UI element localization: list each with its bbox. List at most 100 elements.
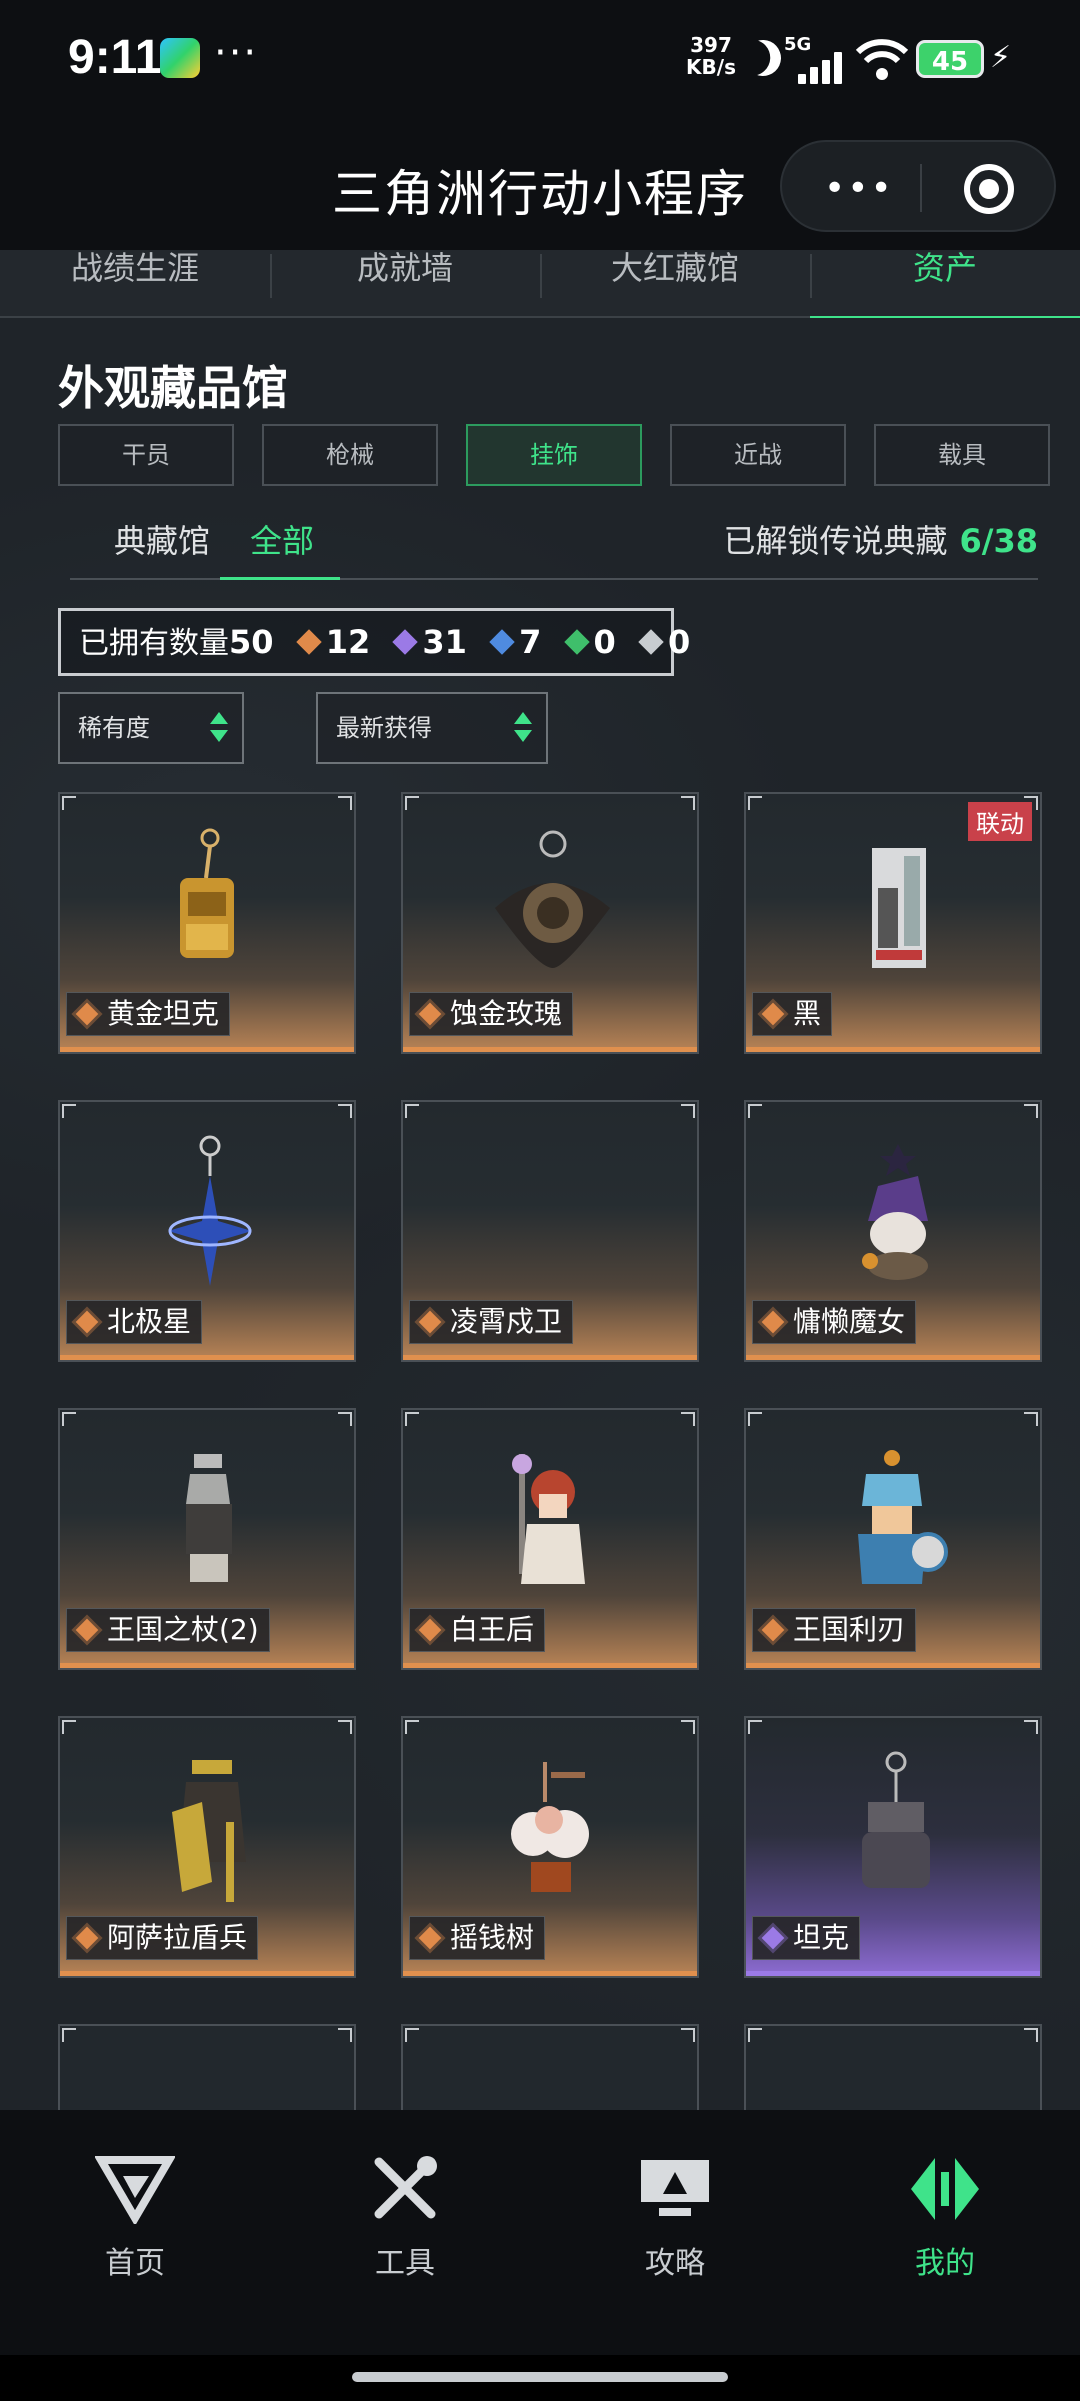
home-logo-icon (95, 2156, 175, 2224)
legend-unlock-progress: 已解锁传说典藏 6/38 (724, 516, 1039, 562)
item-name: 凌霄戍卫 (409, 1300, 574, 1344)
tab-career[interactable]: 战绩生涯 (0, 250, 270, 318)
wifi-icon (856, 39, 908, 80)
nav-guide[interactable]: 攻略 (540, 2154, 810, 2282)
owned-total: 50 (229, 623, 274, 661)
capsule-menu: ••• (780, 140, 1056, 232)
status-time: 9:11 (68, 31, 162, 84)
item-name: 黄金坦克 (66, 992, 231, 1036)
tank-charm-image (862, 1751, 930, 1888)
more-options-icon[interactable]: ••• (824, 168, 894, 209)
nav-tools-label: 工具 (375, 2246, 435, 2281)
subtab-collection-hall[interactable]: 典藏馆 (114, 516, 210, 562)
owned-count-purple: 31 (422, 623, 467, 661)
rarity-gem-icon (418, 1618, 442, 1642)
nav-home[interactable]: 首页 (0, 2154, 270, 2282)
category-operators[interactable]: 干员 (58, 424, 234, 486)
tools-icon (374, 2156, 437, 2219)
kingdom-scepter-charm-image (186, 1454, 232, 1582)
owned-count-blue: 7 (519, 623, 542, 661)
money-tree-charm-image (511, 1762, 589, 1892)
item-name: 王国之杖(2) (66, 1608, 270, 1652)
nav-mine[interactable]: 我的 (810, 2154, 1080, 2282)
status-bar: 9:11 ··· 397 KB/s 5G 45 ⚡ (0, 0, 1080, 118)
profile-logo-icon (911, 2158, 979, 2220)
item-card[interactable]: 蚀金玫瑰 (401, 792, 699, 1054)
rarity-gem-icon (75, 1002, 99, 1026)
owned-count-orange: 12 (325, 623, 371, 661)
black-character-charm-image (872, 848, 926, 968)
subtab-active-indicator (220, 577, 340, 580)
rarity-gem-icon (418, 1002, 442, 1026)
charging-icon: ⚡ (990, 40, 1012, 75)
nav-tools[interactable]: 工具 (270, 2154, 540, 2282)
item-card[interactable]: 摇钱树 (401, 1716, 699, 1978)
nav-home-label: 首页 (105, 2246, 165, 2281)
subtab-all[interactable]: 全部 (250, 516, 314, 562)
item-card[interactable]: 王国之杖(2) (58, 1408, 356, 1670)
category-vehicles[interactable]: 载具 (874, 424, 1050, 486)
sub-tabs: 典藏馆 全部 已解锁传说典藏 6/38 (70, 514, 1038, 580)
rarity-gem-icon (761, 1002, 785, 1026)
item-card[interactable]: 黄金坦克 (58, 792, 356, 1054)
kingdom-blade-charm-image (858, 1450, 948, 1584)
owned-label: 已拥有数量 (79, 626, 229, 661)
item-card[interactable]: 王国利刃 (744, 1408, 1042, 1670)
guide-monitor-icon (641, 2160, 709, 2216)
gem-orange-icon (295, 629, 322, 655)
owned-count-green: 0 (593, 623, 616, 661)
item-name: 王国利刃 (752, 1608, 917, 1652)
top-tabs: 战绩生涯 成就墙 大红藏馆 资产 (0, 250, 1080, 320)
category-guns[interactable]: 枪械 (262, 424, 438, 486)
item-card[interactable] (744, 2024, 1042, 2110)
rose-charm-image (495, 830, 610, 968)
golden-tank-charm-image (180, 828, 234, 958)
network-speed-value: 397 (690, 33, 732, 57)
sort-arrows-icon (512, 706, 534, 750)
section-title: 外观藏品馆 (58, 361, 288, 415)
recent-filter-select[interactable]: 最新获得 (316, 692, 548, 764)
close-miniprogram-icon[interactable] (964, 164, 1014, 214)
signal-icon (790, 52, 844, 84)
rarity-gem-icon (75, 1310, 99, 1334)
app-store-icon (160, 38, 200, 78)
item-name: 白王后 (409, 1608, 546, 1652)
category-melee[interactable]: 近战 (670, 424, 846, 486)
item-card[interactable] (58, 2024, 356, 2110)
tab-assets[interactable]: 资产 (810, 250, 1080, 320)
unlock-label: 已解锁传说典藏 (723, 522, 948, 560)
item-card[interactable]: 慵懒魔女 (744, 1100, 1042, 1362)
rarity-gem-icon (761, 1618, 785, 1642)
mini-program-header: 三角洲行动小程序 ••• (0, 118, 1080, 250)
capsule-divider (920, 164, 922, 212)
gem-purple-icon (392, 629, 419, 655)
item-card[interactable]: 联动 黑 (744, 792, 1042, 1054)
category-tabs: 干员 枪械 挂饰 近战 载具 (58, 424, 1050, 486)
item-card[interactable]: 北极星 (58, 1100, 356, 1362)
item-name: 北极星 (66, 1300, 203, 1344)
tab-achievements[interactable]: 成就墙 (270, 250, 540, 318)
rarity-gem-icon (418, 1310, 442, 1334)
asala-shield-soldier-charm-image (172, 1760, 246, 1902)
bottom-nav: 首页 工具 攻略 我的 (0, 2110, 1080, 2355)
home-indicator[interactable] (352, 2372, 728, 2382)
tab-red-collection[interactable]: 大红藏馆 (540, 250, 810, 318)
item-card[interactable]: 白王后 (401, 1408, 699, 1670)
owned-count-white: 0 (667, 623, 691, 661)
nav-mine-label: 我的 (915, 2246, 975, 2281)
item-card[interactable]: 阿萨拉盾兵 (58, 1716, 356, 1978)
item-name: 阿萨拉盾兵 (66, 1916, 259, 1960)
item-card[interactable]: 凌霄戍卫 (401, 1100, 699, 1362)
item-card[interactable] (401, 2024, 699, 2110)
category-charms[interactable]: 挂饰 (466, 424, 642, 486)
nav-guide-label: 攻略 (645, 2246, 705, 2281)
rarity-gem-icon (75, 1618, 99, 1642)
rarity-filter-select[interactable]: 稀有度 (58, 692, 244, 764)
item-name: 蚀金玫瑰 (409, 992, 574, 1036)
do-not-disturb-icon (740, 35, 786, 81)
owned-summary: 已拥有数量50 12 31 7 0 0 (58, 608, 690, 676)
gem-green-icon (563, 629, 590, 655)
item-card[interactable]: 坦克 (744, 1716, 1042, 1978)
lazy-witch-charm-image (862, 1144, 928, 1280)
rarity-gem-icon (761, 1310, 785, 1334)
